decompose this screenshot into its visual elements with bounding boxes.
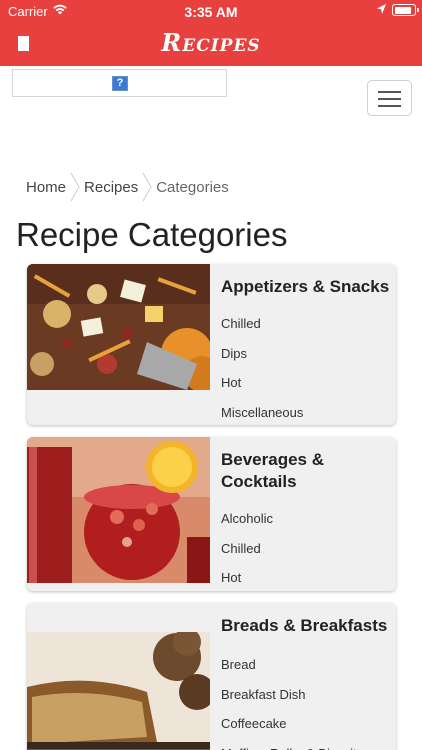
card-body: Beverages & Cocktails Alcoholic Chilled … [221,449,390,591]
subcategory-link[interactable]: Muffins, Rolls, & Biscuits [221,739,390,750]
beverages-image [27,437,210,583]
subcategory-link[interactable]: Dips [221,339,390,369]
page-title: Recipe Categories [16,216,288,253]
hamburger-line-icon [378,91,401,93]
breadcrumb-categories: Categories [156,178,229,196]
navigation-bar: Carrier 3:35 AM Recipes [0,0,422,66]
subcategory-link[interactable]: Breakfast Dish [221,680,390,710]
subcategory-link[interactable]: Bread [221,650,390,680]
nav-title: Recipes [161,28,261,57]
category-title[interactable]: Beverages & Cocktails [221,449,390,493]
category-card-breads[interactable]: Breads & Breakfasts Bread Breakfast Dish… [27,603,396,750]
category-card-beverages[interactable]: Beverages & Cocktails Alcoholic Chilled … [27,437,396,591]
battery-icon [392,4,419,16]
breadcrumb-chevron-icon [70,172,80,202]
breadcrumb-home[interactable]: Home [26,179,66,196]
hamburger-line-icon [378,98,401,100]
status-time: 3:35 AM [184,4,238,20]
subcategory-link[interactable]: Coffeecake [221,709,390,739]
subcategory-link[interactable]: Chilled [221,309,390,339]
category-card-appetizers[interactable]: Appetizers & Snacks Chilled Dips Hot Mis… [27,264,396,425]
category-title[interactable]: Breads & Breakfasts [221,615,390,637]
breadcrumb: Home Recipes Categories [26,172,229,202]
category-title[interactable]: Appetizers & Snacks [221,276,390,298]
card-body: Breads & Breakfasts Bread Breakfast Dish… [221,615,390,750]
broken-image-icon: ? [112,76,128,91]
subcategory-link[interactable]: Hot [221,368,390,398]
breadcrumb-recipes[interactable]: Recipes [84,179,138,196]
subcategory-link[interactable]: Chilled [221,534,390,564]
card-body: Appetizers & Snacks Chilled Dips Hot Mis… [221,276,390,425]
subcategory-link[interactable]: Hot [221,563,390,591]
subcategory-link[interactable]: Miscellaneous [221,398,390,426]
ad-banner[interactable]: ? [12,69,227,97]
status-bar: Carrier 3:35 AM [0,0,422,22]
appetizers-image [27,264,210,390]
breads-image [27,632,210,750]
subcategory-link[interactable]: Alcoholic [221,504,390,534]
hamburger-line-icon [378,105,401,107]
breadcrumb-chevron-icon [142,172,152,202]
location-arrow-icon [377,4,386,14]
menu-toggle-button[interactable] [367,80,412,116]
